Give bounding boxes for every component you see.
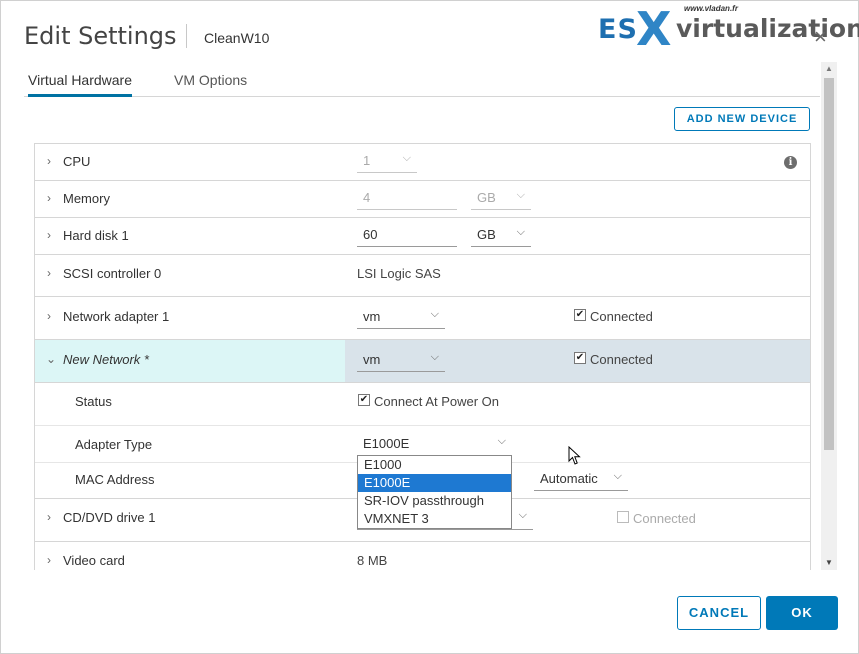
memory-input[interactable]: 4 — [357, 189, 457, 210]
adapter-type-dropdown: E1000 E1000E SR-IOV passthrough VMXNET 3 — [357, 455, 512, 529]
watermark-prefix: ES — [598, 14, 638, 45]
new-network-select[interactable]: vm ⌵ — [357, 351, 445, 372]
caret-down-icon: ⌵ — [518, 509, 527, 521]
memory-unit-select[interactable]: GB ⌵ — [471, 189, 531, 210]
cancel-button[interactable]: CANCEL — [677, 596, 761, 630]
cpu-label: CPU — [63, 154, 91, 169]
network-adapter-1-label: Network adapter 1 — [63, 309, 170, 324]
caret-down-icon: ⌵ — [497, 435, 506, 447]
dialog-title: Edit Settings — [24, 22, 177, 50]
status-label: Status — [75, 394, 112, 409]
hard-disk-size-input[interactable]: 60 — [357, 226, 457, 247]
watermark-logo: ES X www.vladan.fr virtualization — [596, 2, 859, 56]
adapter-type-label: Adapter Type — [75, 437, 153, 452]
mac-mode-select[interactable]: Automatic ⌵ — [534, 470, 628, 491]
watermark-x: X — [636, 2, 672, 56]
new-network-label: New Network * — [63, 352, 149, 367]
close-icon[interactable]: × — [814, 26, 827, 48]
caret-down-icon: ⌵ — [430, 351, 439, 363]
mac-address-label: MAC Address — [75, 472, 155, 487]
hard-disk-unit-select[interactable]: GB ⌵ — [471, 226, 531, 247]
cd-dvd-label: CD/DVD drive 1 — [63, 510, 156, 525]
hardware-row-new-network: ⌄ New Network * vm ⌵ ✔ Connected — [35, 340, 810, 383]
adapter-option-e1000e[interactable]: E1000E — [358, 474, 511, 492]
video-card-value: 8 MB — [357, 553, 388, 568]
adapter-option-e1000[interactable]: E1000 — [358, 456, 511, 474]
scroll-up-icon[interactable]: ▲ — [821, 62, 837, 76]
chevron-down-icon[interactable]: ⌄ — [46, 352, 56, 366]
new-network-connected-checkbox[interactable]: ✔ — [574, 352, 586, 364]
memory-label: Memory — [63, 191, 110, 206]
caret-down-icon: ⌵ — [516, 189, 525, 201]
chevron-right-icon[interactable]: › — [47, 154, 51, 168]
chevron-right-icon[interactable]: › — [47, 228, 51, 242]
caret-down-icon: ⌵ — [516, 226, 525, 238]
chevron-right-icon[interactable]: › — [47, 266, 51, 280]
hardware-row-video-card: › Video card 8 MB — [35, 542, 810, 570]
vertical-scrollbar[interactable]: ▲ ▼ — [821, 62, 837, 570]
scsi-value: LSI Logic SAS — [357, 266, 441, 281]
video-card-label: Video card — [63, 553, 125, 568]
adapter-option-vmxnet3[interactable]: VMXNET 3 — [358, 510, 511, 528]
ok-button[interactable]: OK — [766, 596, 838, 630]
connect-at-power-on-label: Connect At Power On — [374, 394, 500, 409]
tab-vm-options[interactable]: VM Options — [174, 72, 247, 96]
title-divider — [186, 24, 187, 48]
network-adapter-1-connected-label: Connected — [590, 309, 653, 324]
adapter-type-select[interactable]: E1000E ⌵ — [357, 435, 512, 455]
cd-dvd-connected-checkbox[interactable] — [617, 511, 629, 523]
adapter-option-sr-iov[interactable]: SR-IOV passthrough — [358, 492, 511, 510]
watermark-url: www.vladan.fr — [684, 4, 738, 13]
tab-bar: Virtual Hardware VM Options — [24, 72, 820, 97]
cpu-select[interactable]: 1 ⌵ — [357, 152, 417, 173]
hard-disk-label: Hard disk 1 — [63, 228, 129, 243]
scrollbar-thumb[interactable] — [824, 78, 834, 450]
hardware-row-memory: › Memory 4 GB ⌵ — [35, 181, 810, 218]
hardware-row-cpu: › CPU 1 ⌵ i — [35, 144, 810, 181]
caret-down-icon: ⌵ — [402, 152, 411, 164]
mouse-pointer-icon — [568, 446, 581, 465]
connect-at-power-on-checkbox[interactable]: ✔ — [358, 394, 370, 406]
tab-virtual-hardware[interactable]: Virtual Hardware — [28, 72, 133, 97]
caret-down-icon: ⌵ — [613, 470, 622, 482]
add-new-device-button[interactable]: ADD NEW DEVICE — [674, 107, 810, 131]
caret-down-icon: ⌵ — [430, 308, 439, 320]
vm-name: CleanW10 — [204, 30, 270, 46]
chevron-right-icon[interactable]: › — [47, 553, 51, 567]
info-icon[interactable]: i — [784, 156, 797, 169]
cd-dvd-connected-label: Connected — [633, 511, 696, 526]
chevron-right-icon[interactable]: › — [47, 191, 51, 205]
network-adapter-1-connected-checkbox[interactable]: ✔ — [574, 309, 586, 321]
new-network-connected-label: Connected — [590, 352, 653, 367]
scsi-label: SCSI controller 0 — [63, 266, 162, 281]
network-adapter-1-select[interactable]: vm ⌵ — [357, 308, 445, 329]
hardware-row-scsi: › SCSI controller 0 LSI Logic SAS — [35, 255, 810, 297]
hardware-row-network-adapter-1: › Network adapter 1 vm ⌵ ✔ Connected — [35, 297, 810, 340]
chevron-right-icon[interactable]: › — [47, 309, 51, 323]
new-network-status-row: Status ✔ Connect At Power On — [35, 383, 810, 426]
chevron-right-icon[interactable]: › — [47, 510, 51, 524]
watermark-suffix: virtualization — [676, 14, 859, 43]
scroll-down-icon[interactable]: ▼ — [821, 556, 837, 570]
hardware-row-hard-disk: › Hard disk 1 60 GB ⌵ — [35, 218, 810, 255]
